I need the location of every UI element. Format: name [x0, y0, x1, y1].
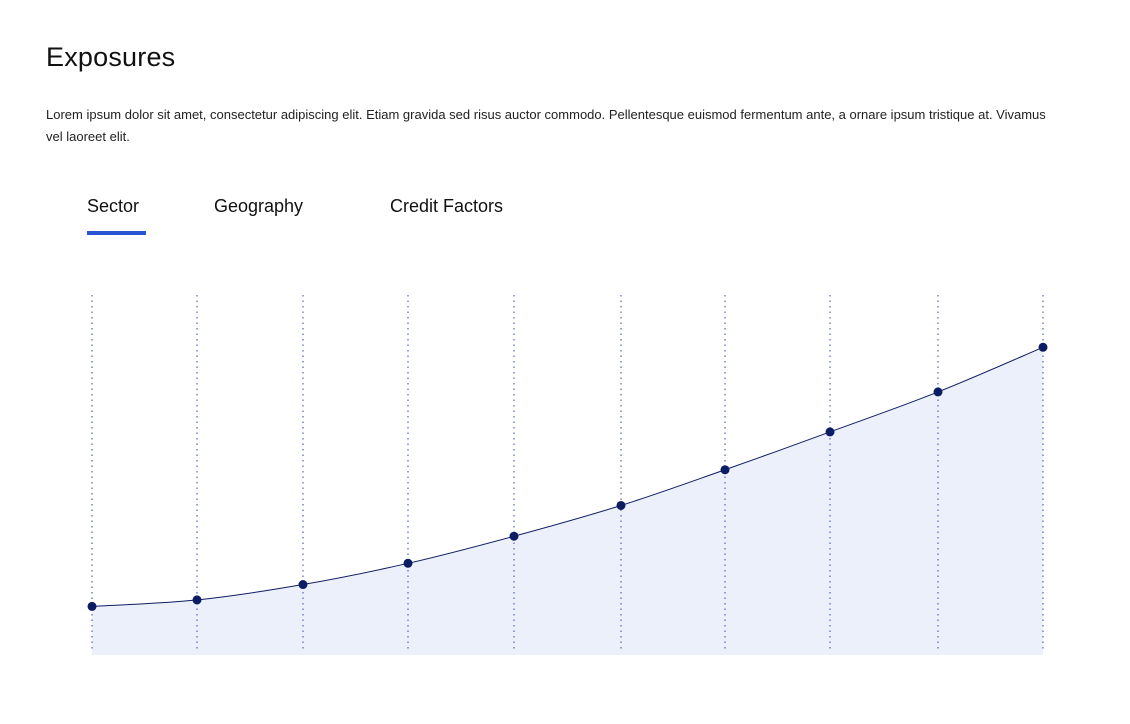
- chart-data-point[interactable]: [192, 595, 202, 605]
- chart-data-point[interactable]: [616, 500, 626, 510]
- page: Exposures Lorem ipsum dolor sit amet, co…: [0, 0, 1130, 724]
- chart-data-point[interactable]: [1038, 342, 1048, 352]
- chart-data-point[interactable]: [825, 427, 835, 437]
- chart-data-point[interactable]: [933, 387, 943, 397]
- chart-data-point[interactable]: [509, 531, 519, 541]
- chart-data-point[interactable]: [87, 601, 97, 611]
- chart-data-point[interactable]: [720, 465, 730, 475]
- chart-data-point[interactable]: [403, 558, 413, 568]
- chart-area-fill: [92, 347, 1043, 655]
- exposure-area-chart: [87, 295, 1048, 655]
- chart-data-point[interactable]: [298, 580, 308, 590]
